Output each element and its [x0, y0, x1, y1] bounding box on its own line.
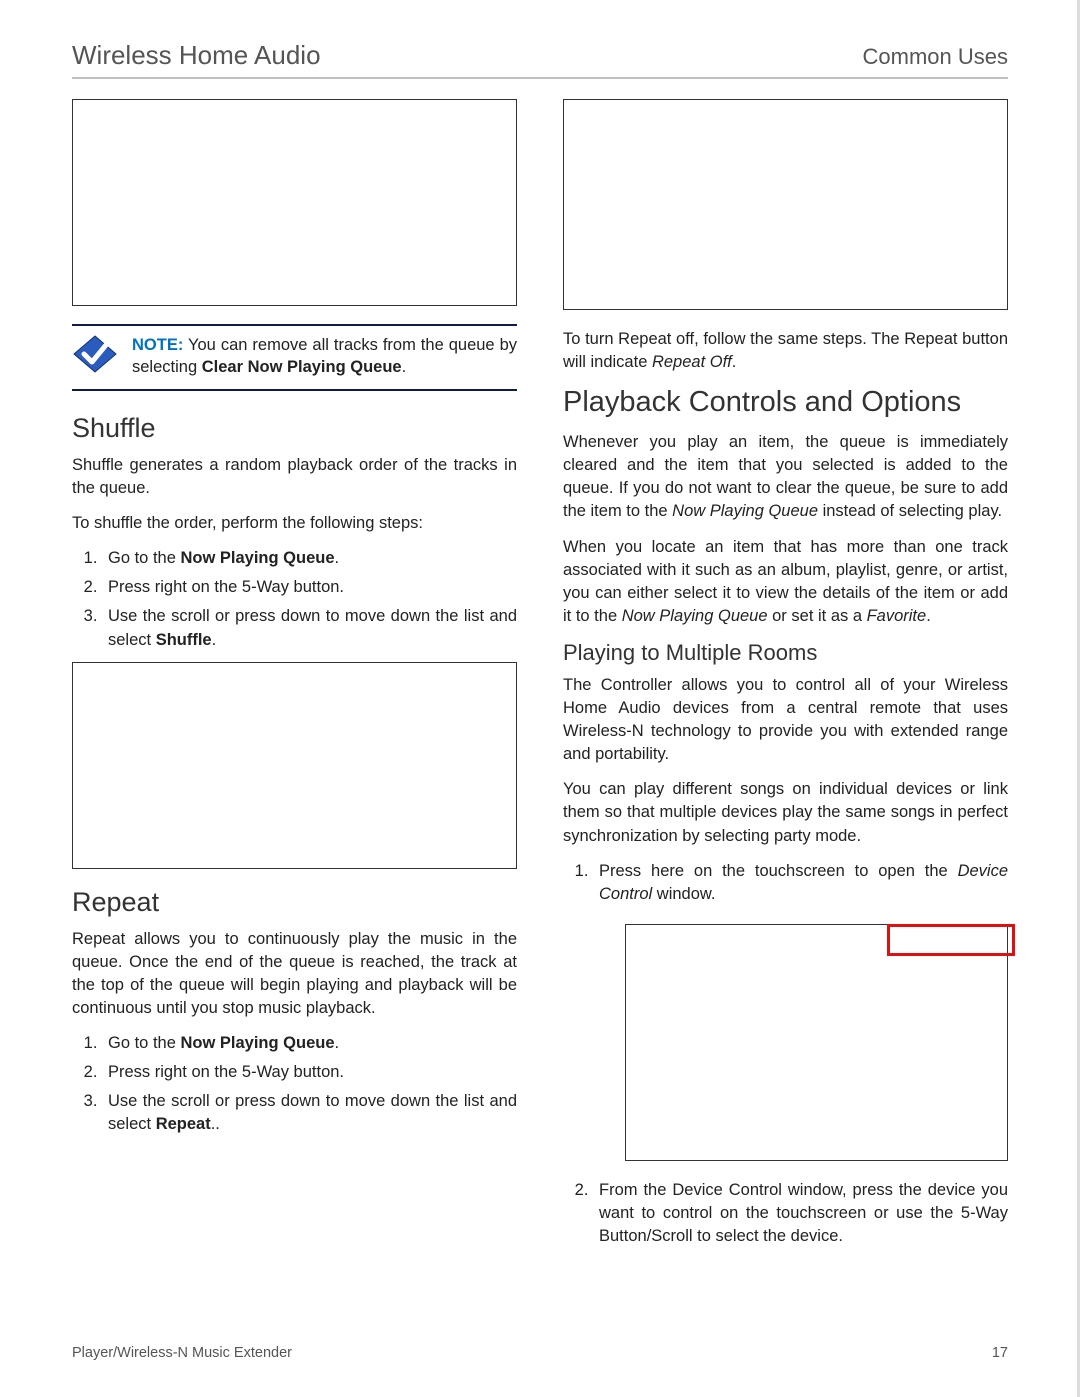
steps-shuffle: Go to the Now Playing Queue. Press right… — [72, 547, 517, 651]
figure-placeholder — [72, 662, 517, 869]
heading-shuffle: Shuffle — [72, 413, 517, 444]
list-item: Press right on the 5-Way button. — [102, 1061, 517, 1084]
list-item: Press here on the touchscreen to open th… — [593, 860, 1008, 1161]
list-item: Use the scroll or press down to move dow… — [102, 605, 517, 651]
list-item: Go to the Now Playing Queue. — [102, 547, 517, 570]
body-text: You can play different songs on individu… — [563, 778, 1008, 847]
steps-repeat: Go to the Now Playing Queue. Press right… — [72, 1032, 517, 1136]
figure-placeholder — [625, 924, 1008, 1161]
body-text: To turn Repeat off, follow the same step… — [563, 328, 1008, 374]
heading-repeat: Repeat — [72, 887, 517, 918]
figure-placeholder — [72, 99, 517, 306]
list-item: Press right on the 5-Way button. — [102, 576, 517, 599]
header-left: Wireless Home Audio — [72, 40, 321, 71]
footer-left: Player/Wireless-N Music Extender — [72, 1345, 292, 1361]
list-item: From the Device Control window, press th… — [593, 1179, 1008, 1248]
list-item: Use the scroll or press down to move dow… — [102, 1090, 517, 1136]
figure-placeholder — [563, 99, 1008, 310]
checkmark-icon — [72, 334, 118, 379]
page-footer: Player/Wireless-N Music Extender 17 — [72, 1345, 1008, 1361]
body-text: To shuffle the order, perform the follow… — [72, 512, 517, 535]
body-text: The Controller allows you to control all… — [563, 674, 1008, 766]
left-column: NOTE: You can remove all tracks from the… — [72, 99, 517, 1258]
body-text: Repeat allows you to continuously play t… — [72, 928, 517, 1020]
heading-playback: Playback Controls and Options — [563, 386, 1008, 419]
steps-rooms: Press here on the touchscreen to open th… — [563, 860, 1008, 1248]
body-text: When you locate an item that has more th… — [563, 536, 1008, 628]
right-column: To turn Repeat off, follow the same step… — [563, 99, 1008, 1258]
page-header: Wireless Home Audio Common Uses — [72, 40, 1008, 79]
list-item: Go to the Now Playing Queue. — [102, 1032, 517, 1055]
footer-page-number: 17 — [992, 1345, 1008, 1361]
body-text: Shuffle generates a random playback orde… — [72, 454, 517, 500]
callout-highlight — [887, 924, 1015, 956]
note-label: NOTE: — [132, 336, 183, 354]
note-text: NOTE: You can remove all tracks from the… — [132, 334, 517, 379]
header-right: Common Uses — [863, 44, 1008, 70]
body-text: Whenever you play an item, the queue is … — [563, 431, 1008, 523]
device-control-figure — [625, 924, 1008, 1161]
note-block: NOTE: You can remove all tracks from the… — [72, 324, 517, 391]
heading-rooms: Playing to Multiple Rooms — [563, 640, 1008, 666]
